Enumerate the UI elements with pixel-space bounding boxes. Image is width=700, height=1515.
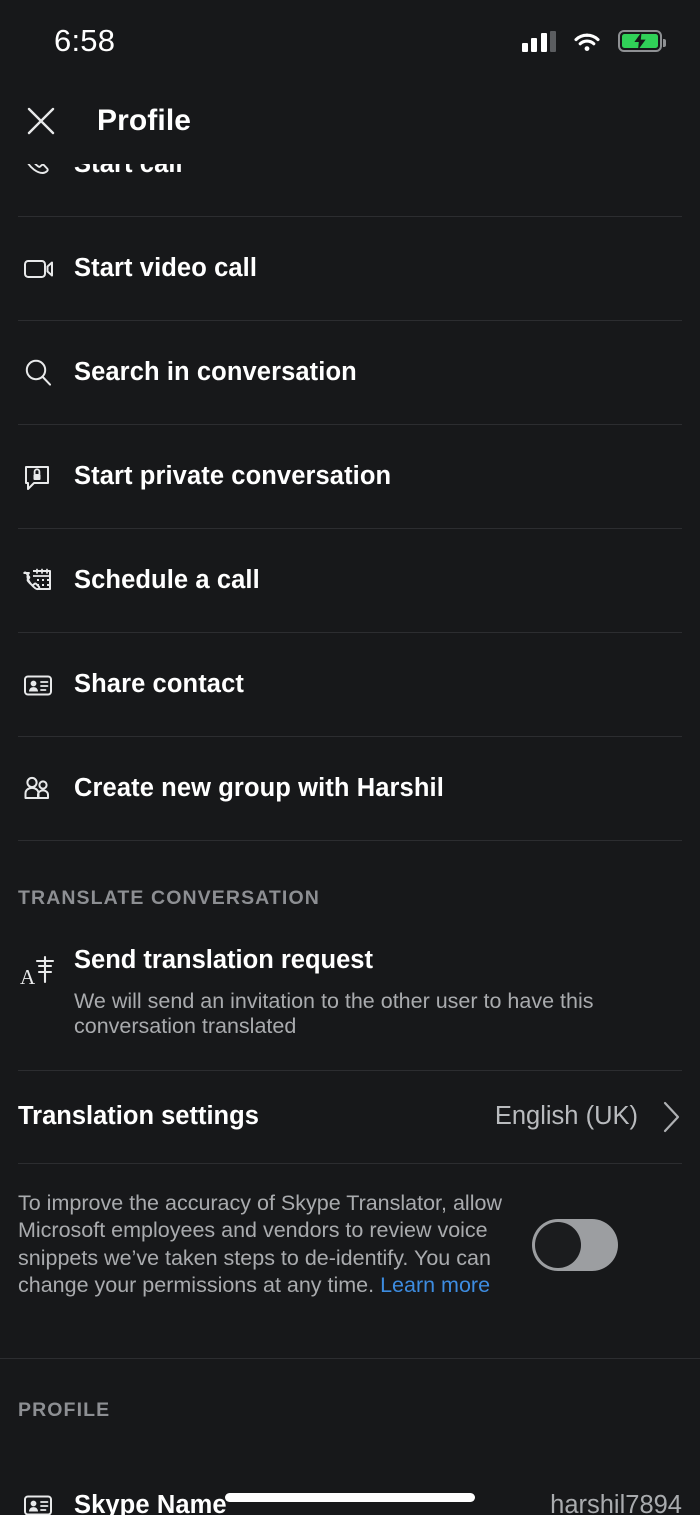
chevron-right-icon xyxy=(662,1100,682,1134)
phone-icon xyxy=(18,164,70,185)
svg-text:A: A xyxy=(20,965,36,989)
contact-card-icon xyxy=(18,1485,70,1515)
translate-request-description: We will send an invitation to the other … xyxy=(74,989,594,1039)
translation-settings-label: Translation settings xyxy=(18,1102,259,1131)
battery-charging-icon xyxy=(618,30,666,52)
status-bar-clock: 6:58 xyxy=(54,23,116,58)
page-title: Profile xyxy=(97,104,192,137)
action-row-start-private-conversation[interactable]: Start private conversation xyxy=(0,425,700,528)
section-heading-profile: PROFILE xyxy=(18,1398,111,1421)
section-heading-translate: TRANSLATE CONVERSATION xyxy=(18,887,320,909)
action-row-search-in-conversation[interactable]: Search in conversation xyxy=(0,321,700,424)
action-label: Search in conversation xyxy=(74,358,357,386)
learn-more-link[interactable]: Learn more xyxy=(380,1273,490,1297)
status-bar: 6:58 xyxy=(0,0,700,78)
translation-settings-row[interactable]: Translation settings English (UK) xyxy=(0,1071,700,1163)
contact-card-icon xyxy=(18,665,70,705)
status-bar-indicators xyxy=(521,30,666,52)
action-row-share-contact[interactable]: Share contact xyxy=(0,633,700,736)
action-row-send-translation-request[interactable]: A Send translation request We will send … xyxy=(0,946,700,1040)
action-label: Start call xyxy=(74,164,183,178)
translate-icon: A xyxy=(18,946,70,994)
action-label: Start private conversation xyxy=(74,462,392,490)
profile-row-skype-name[interactable]: Skype Name harshil7894 xyxy=(0,1454,700,1515)
calendar-phone-icon xyxy=(18,561,70,601)
video-camera-icon xyxy=(18,249,70,289)
action-label: Share contact xyxy=(74,670,244,698)
action-row-start-video-call[interactable]: Start video call xyxy=(0,217,700,320)
profile-screen: 6:58 Profile Start call Start video call… xyxy=(0,0,700,1515)
lock-chat-icon xyxy=(18,457,70,497)
action-label: Schedule a call xyxy=(74,566,260,594)
cellular-signal-icon xyxy=(521,30,556,52)
translator-privacy-text: To improve the accuracy of Skype Transla… xyxy=(18,1190,518,1300)
translate-request-title: Send translation request xyxy=(74,946,373,974)
search-icon xyxy=(18,353,70,393)
toggle-knob xyxy=(535,1221,581,1268)
translator-privacy-block: To improve the accuracy of Skype Transla… xyxy=(0,1164,700,1300)
action-label: Start video call xyxy=(74,254,258,282)
action-row-start-call[interactable]: Start call xyxy=(0,164,700,216)
profile-content: Start call Start video call Search in co… xyxy=(0,164,700,1515)
translator-privacy-toggle[interactable] xyxy=(532,1218,618,1271)
profile-row-value: harshil7894 xyxy=(550,1490,682,1515)
wifi-icon xyxy=(573,31,601,52)
close-icon[interactable] xyxy=(20,100,62,142)
action-row-create-new-group[interactable]: Create new group with Harshil xyxy=(0,737,700,840)
action-row-schedule-a-call[interactable]: Schedule a call xyxy=(0,529,700,632)
home-indicator[interactable] xyxy=(225,1493,475,1502)
people-icon xyxy=(18,769,70,809)
action-label: Create new group with Harshil xyxy=(74,774,444,802)
translation-settings-value: English (UK) xyxy=(494,1102,638,1131)
nav-bar: Profile xyxy=(0,78,700,164)
